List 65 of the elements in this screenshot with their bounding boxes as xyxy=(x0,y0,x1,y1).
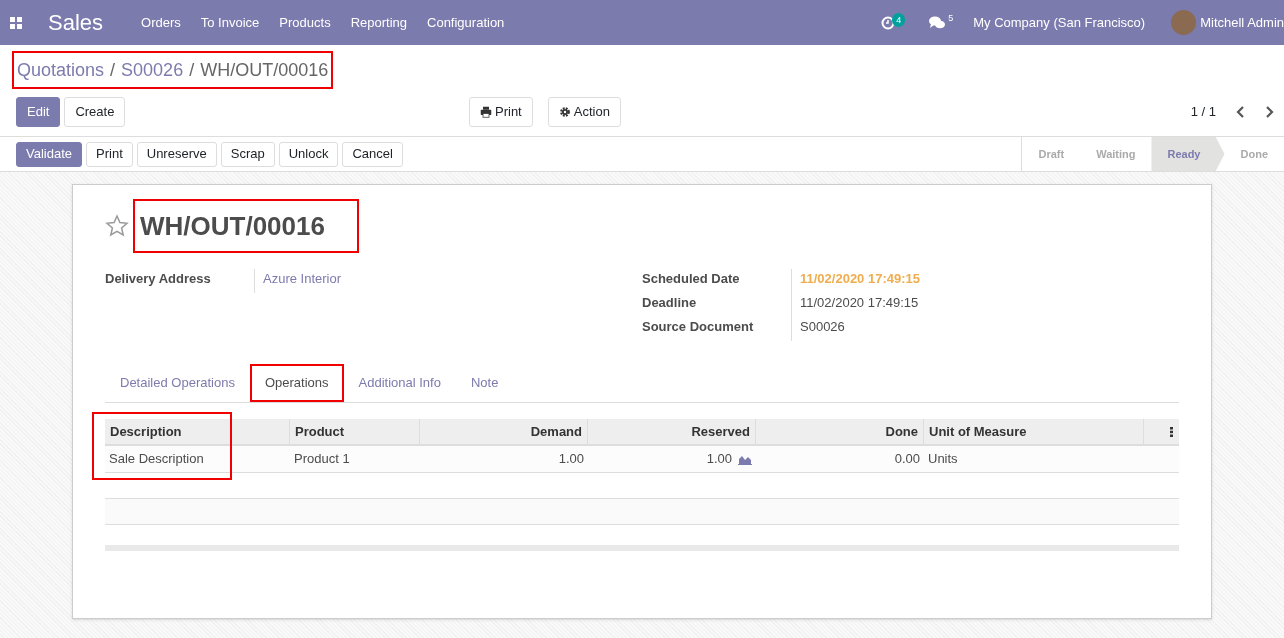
column-header[interactable]: Description xyxy=(105,419,290,444)
field-label: Delivery Address xyxy=(105,269,255,293)
previous-icon[interactable] xyxy=(1236,106,1246,118)
status-stage[interactable]: Done xyxy=(1224,137,1284,171)
column-header[interactable]: Demand xyxy=(420,419,588,444)
apps-menu-icon[interactable] xyxy=(10,16,22,29)
column-header[interactable]: Done xyxy=(756,419,924,444)
table-cell-text: Units xyxy=(928,450,958,469)
user-avatar xyxy=(1171,10,1197,35)
breadcrumb-current: WH/OUT/00016 xyxy=(200,58,329,82)
printer-icon xyxy=(480,106,492,118)
status-stage[interactable]: Draft xyxy=(1022,137,1081,171)
column-header[interactable]: Product xyxy=(290,419,420,444)
menu-item[interactable]: Orders xyxy=(131,12,191,33)
field-value: S00026 xyxy=(799,318,845,336)
message-count: 5 xyxy=(948,11,954,25)
column-options-icon[interactable] xyxy=(1170,426,1173,437)
print-dropdown[interactable]: Print xyxy=(469,97,533,127)
chat-icon[interactable] xyxy=(929,15,946,30)
field-label: Scheduled Date xyxy=(642,269,792,293)
header-button[interactable]: Validate xyxy=(16,141,82,167)
field-label: Source Document xyxy=(642,317,792,341)
control-button[interactable]: Create xyxy=(64,97,126,127)
star-icon[interactable] xyxy=(105,214,129,238)
notebook-tab[interactable]: Additional Info xyxy=(343,364,456,402)
header-button[interactable]: Unreserve xyxy=(136,141,217,167)
breadcrumb-separator: / xyxy=(109,58,117,82)
breadcrumb-link[interactable]: S00026 xyxy=(121,56,184,84)
menu-item[interactable]: Configuration xyxy=(417,12,515,33)
status-stage[interactable]: Waiting xyxy=(1080,137,1152,171)
status-stage[interactable]: Ready xyxy=(1151,137,1225,171)
menu-item[interactable]: Reporting xyxy=(340,12,417,33)
company-switcher[interactable]: My Company (San Francisco) xyxy=(973,12,1146,33)
table-cell-text: Product 1 xyxy=(294,450,350,469)
gear-icon xyxy=(558,106,571,118)
menu-item[interactable]: Products xyxy=(269,12,341,33)
column-header[interactable]: Unit of Measure xyxy=(924,419,1144,444)
table-cell-text: Sale Description xyxy=(109,450,204,469)
app-name[interactable]: Sales xyxy=(48,6,104,39)
field-value[interactable]: Azure Interior xyxy=(255,269,342,293)
next-icon[interactable] xyxy=(1264,106,1274,118)
notebook-tab[interactable]: Detailed Operations xyxy=(105,364,250,402)
menu-item[interactable]: To Invoice xyxy=(190,12,270,33)
field-value: 11/02/2020 17:49:15 xyxy=(799,270,920,288)
header-button[interactable]: Print xyxy=(86,141,133,167)
header-button[interactable]: Scrap xyxy=(220,141,275,167)
field-label: Deadline xyxy=(642,293,792,317)
pager-value[interactable]: 1 / 1 xyxy=(1190,102,1216,122)
table-cell-text: 0.00 xyxy=(894,450,920,469)
control-button[interactable]: Edit xyxy=(16,97,61,127)
breadcrumb-link[interactable]: Quotations xyxy=(17,56,105,84)
breadcrumb-separator: / xyxy=(188,58,196,82)
column-header[interactable]: Reserved xyxy=(588,419,756,444)
user-name[interactable]: Mitchell Admin xyxy=(1200,12,1284,33)
table-cell-text: 1.00 xyxy=(558,450,584,469)
clock-icon[interactable] xyxy=(881,15,896,30)
header-button[interactable]: Cancel xyxy=(342,141,403,167)
table-cell-text: 1.00 xyxy=(706,450,732,469)
record-title: WH/OUT/00016 xyxy=(140,209,325,243)
notebook-tab[interactable]: Operations xyxy=(249,364,344,402)
action-dropdown[interactable]: Action xyxy=(547,97,621,127)
notebook-tab[interactable]: Note xyxy=(455,364,514,402)
field-value: 11/02/2020 17:49:15 xyxy=(799,294,919,312)
activity-badge: 4 xyxy=(892,12,906,27)
header-button[interactable]: Unlock xyxy=(278,141,339,167)
